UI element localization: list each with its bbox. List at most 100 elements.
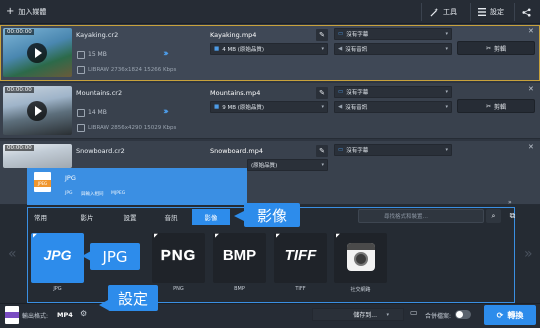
format-search-input[interactable]: 尋找格式和裝置… xyxy=(358,209,484,223)
chevron-down-icon: ▾ xyxy=(445,31,448,37)
format-tile-tiff[interactable]: ◤ TIFF xyxy=(274,233,327,283)
subtitle-select[interactable]: ▭ 沒有字幕 ▾ xyxy=(334,28,452,40)
close-icon[interactable]: ✕ xyxy=(528,143,534,151)
close-icon[interactable]: ✕ xyxy=(528,85,534,93)
cut-button[interactable]: ✂ 剪輯 xyxy=(457,99,535,113)
jpg-callout: JPG xyxy=(90,243,140,270)
tab-popular[interactable]: 常用 xyxy=(27,209,54,225)
play-icon[interactable] xyxy=(27,101,47,121)
disk-icon: ■ xyxy=(214,46,220,52)
output-size-select[interactable]: (原始品質) ▾ xyxy=(247,159,328,171)
scroll-right-icon[interactable]: » xyxy=(524,246,533,262)
output-file-name: Kayaking.mp4 xyxy=(210,31,257,39)
subtitle-icon: ▭ xyxy=(338,31,344,37)
video-thumbnail[interactable]: 00:00:00 xyxy=(3,28,72,77)
format-tile-bmp[interactable]: ◤ BMP xyxy=(213,233,266,283)
output-file-name: Mountains.mp4 xyxy=(210,89,261,97)
play-icon[interactable] xyxy=(27,43,47,63)
tools-label: 工具 xyxy=(443,8,457,16)
jpeg-file-icon: JPEG xyxy=(34,172,51,192)
format-tile-social[interactable]: ◤ xyxy=(334,233,387,283)
cut-label: 剪輯 xyxy=(494,103,507,111)
tab-video[interactable]: 影片 xyxy=(72,209,102,225)
audio-select[interactable]: ◀ 沒有音訊 ▾ xyxy=(334,43,452,55)
output-format-value: MP4 xyxy=(57,311,73,319)
settings-callout: 設定 xyxy=(108,285,158,311)
output-format-label: 輸出格式: xyxy=(22,313,49,320)
format-label: PNG xyxy=(173,286,184,292)
plus-icon: + xyxy=(6,6,15,17)
convert-arrow-icon: ››››› xyxy=(163,107,169,117)
edit-name-icon[interactable]: ✎ xyxy=(316,29,328,41)
convert-icon: ⟳ xyxy=(496,310,504,320)
chevron-down-icon: ▾ xyxy=(445,104,448,110)
tooltip-spec: JPG xyxy=(65,191,73,196)
convert-button[interactable]: ⟳ 轉換 xyxy=(484,305,536,325)
gear-icon[interactable]: ⚙ xyxy=(80,309,87,318)
convert-label: 轉換 xyxy=(507,310,524,320)
format-tile-png[interactable]: ◤ PNG xyxy=(152,233,205,283)
format-info-tooltip: JPEG JPG JPG 與輸入相同 MJPEG xyxy=(27,168,247,206)
settings-button[interactable]: 設定 xyxy=(478,3,504,21)
corner-mark: ◤ xyxy=(336,233,340,239)
source-file-name: Snowboard.cr2 xyxy=(76,147,125,155)
image-info-icon xyxy=(77,66,85,74)
share-icon xyxy=(522,7,531,17)
mp4-format-icon[interactable] xyxy=(5,306,19,324)
video-thumbnail[interactable]: 00:00:00 xyxy=(3,86,72,135)
tab-devices[interactable]: 設置 xyxy=(115,209,145,225)
cut-label: 剪輯 xyxy=(494,45,507,53)
save-to-value: 儲存到... xyxy=(353,312,377,319)
cut-button[interactable]: ✂ 剪輯 xyxy=(457,41,535,55)
chevron-down-icon: ▾ xyxy=(321,104,324,110)
png-format-icon: PNG xyxy=(160,247,197,264)
folder-icon[interactable]: ▭ xyxy=(410,308,418,317)
images-tab-callout: 影像 xyxy=(244,203,300,227)
output-size-select[interactable]: ■ 4 MB (原始品質) ▾ xyxy=(210,43,328,55)
callout-arrow xyxy=(82,251,91,261)
format-tile-jpg[interactable]: ◤ JPG xyxy=(31,233,84,283)
tab-audio[interactable]: 音訊 xyxy=(156,209,186,225)
menu-icon xyxy=(478,8,486,16)
tools-button[interactable]: 工具 xyxy=(430,3,457,21)
scroll-left-icon[interactable]: « xyxy=(8,246,17,262)
chevron-down-icon: ▾ xyxy=(321,162,324,168)
device-detect-icon[interactable]: ⧉ xyxy=(505,209,520,223)
file-row[interactable]: 00:00:00 Kayaking.cr2 15 MB LIBRAW 2736x… xyxy=(0,25,540,81)
format-label: TIFF xyxy=(295,286,306,292)
tab-images[interactable]: 影像 xyxy=(192,209,230,225)
tooltip-title: JPG xyxy=(65,174,76,182)
chevron-down-icon: ▾ xyxy=(445,89,448,95)
add-media-button[interactable]: + 加入媒體 xyxy=(6,3,46,21)
search-icon[interactable]: ⌕ xyxy=(486,209,501,223)
toolbar-divider xyxy=(470,3,471,21)
edit-name-icon[interactable]: ✎ xyxy=(316,145,328,157)
output-size-select[interactable]: ■ 9 MB (原始品質) ▾ xyxy=(210,101,328,113)
subtitle-select[interactable]: ▭ 沒有字幕 ▾ xyxy=(334,144,452,156)
convert-arrow-icon: ››››› xyxy=(163,49,169,59)
save-to-select[interactable]: 儲存到... ▾ xyxy=(312,308,404,321)
disk-icon: ■ xyxy=(214,104,220,110)
callout-arrow xyxy=(99,300,108,310)
merge-toggle[interactable] xyxy=(455,310,471,319)
chevron-down-icon: ▾ xyxy=(445,46,448,52)
corner-mark: ◤ xyxy=(215,233,219,239)
output-file-name: Snowboard.mp4 xyxy=(210,147,263,155)
subtitle-value: 沒有字幕 xyxy=(346,32,369,38)
format-label: JPG xyxy=(53,286,62,292)
share-button[interactable] xyxy=(522,3,531,21)
edit-name-icon[interactable]: ✎ xyxy=(316,87,328,99)
thumbnail-time: 00:00:00 xyxy=(5,87,34,93)
source-file-meta: LIBRAW 2736x1824 15266 Kbps xyxy=(88,67,177,73)
source-file-size: 15 MB xyxy=(88,51,107,58)
subtitle-select[interactable]: ▭ 沒有字幕 ▾ xyxy=(334,86,452,98)
toolbar-divider xyxy=(514,3,515,21)
close-icon[interactable]: ✕ xyxy=(528,27,534,35)
video-thumbnail[interactable]: 00:00:00 xyxy=(3,144,72,168)
file-row[interactable]: 00:00:00 Mountains.cr2 14 MB LIBRAW 2856… xyxy=(0,83,540,139)
audio-select[interactable]: ◀ 沒有音訊 ▾ xyxy=(334,101,452,113)
source-file-size: 14 MB xyxy=(88,109,107,116)
chevron-down-icon: ▾ xyxy=(386,312,389,318)
corner-mark: ◤ xyxy=(276,233,280,239)
tiff-format-icon: TIFF xyxy=(284,247,317,264)
